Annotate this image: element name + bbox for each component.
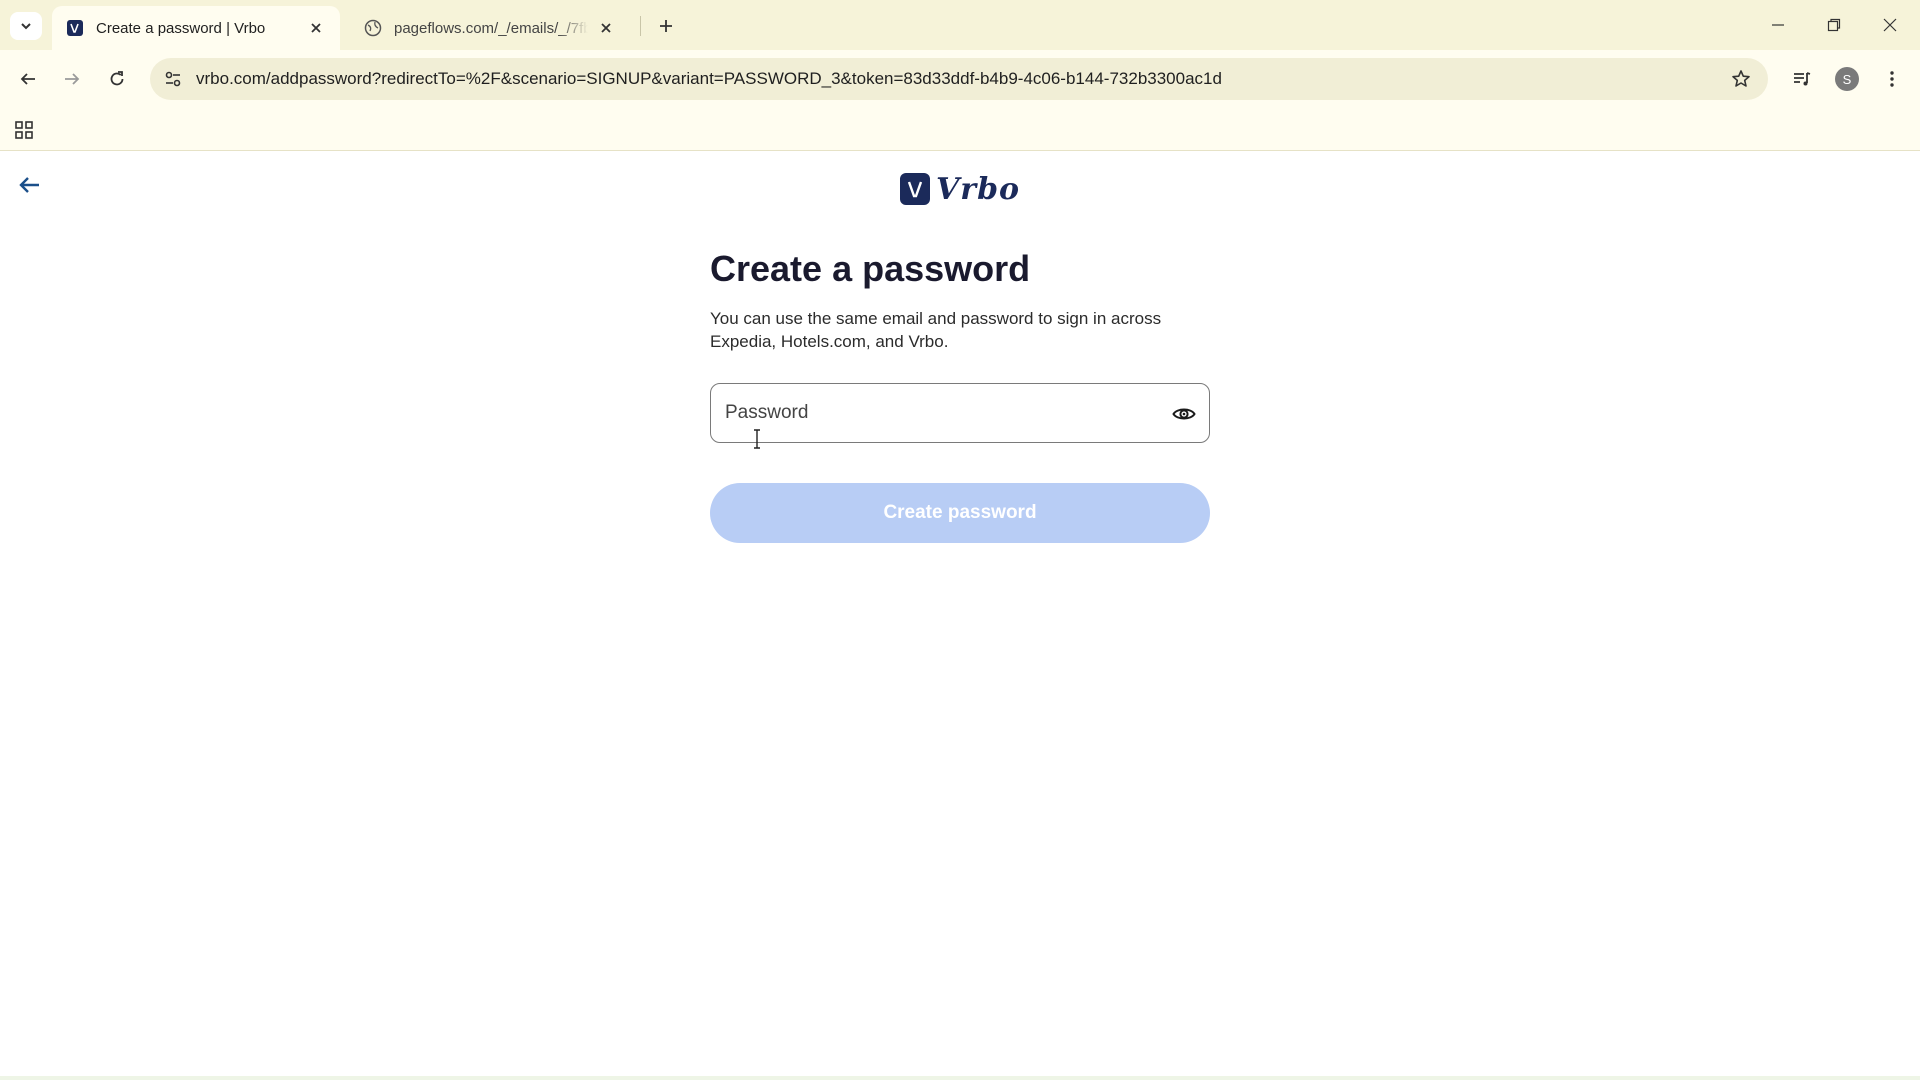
vrbo-favicon-icon	[67, 20, 83, 36]
restore-button[interactable]	[1806, 0, 1862, 50]
tab-title: pageflows.com/_/emails/_/7fb5	[394, 19, 588, 37]
text-cursor-icon	[754, 429, 760, 449]
page-back-button[interactable]	[14, 169, 46, 201]
page-bottom-border	[0, 1076, 1920, 1080]
globe-icon	[364, 19, 382, 37]
password-input[interactable]	[725, 384, 1145, 442]
tab-pageflows[interactable]: pageflows.com/_/emails/_/7fb5	[350, 6, 630, 50]
password-field[interactable]	[710, 383, 1210, 443]
page-description: You can use the same email and password …	[710, 309, 1162, 351]
reload-button[interactable]	[101, 63, 133, 95]
vrbo-logo-text: Vrbo	[936, 171, 1021, 207]
page-content: Vrbo Create a password You can use the s…	[0, 151, 1920, 1080]
back-button[interactable]	[12, 63, 44, 95]
close-icon	[1883, 18, 1897, 32]
media-controls-button[interactable]	[1786, 63, 1818, 95]
reload-icon	[110, 71, 124, 86]
page-title: Create a password	[710, 248, 1031, 289]
bookmark-button[interactable]	[1728, 66, 1754, 92]
queue-music-icon	[1794, 72, 1811, 86]
tab-search-button[interactable]	[10, 12, 42, 40]
vrbo-logo-mark-icon	[900, 173, 930, 205]
arrow-right-icon	[65, 73, 80, 85]
show-password-button[interactable]	[1171, 401, 1197, 427]
bookmarks-bar	[0, 108, 1920, 151]
tab-vrbo[interactable]: Create a password | Vrbo	[52, 6, 340, 50]
arrow-left-icon	[19, 177, 39, 193]
minimize-icon	[1772, 24, 1784, 26]
close-window-button[interactable]	[1862, 0, 1918, 50]
site-info-button[interactable]	[160, 66, 186, 92]
restore-icon	[1827, 18, 1841, 32]
new-tab-button[interactable]	[652, 12, 680, 40]
address-bar[interactable]	[150, 58, 1768, 100]
menu-button[interactable]	[1876, 63, 1908, 95]
tab-groups-button[interactable]	[10, 116, 38, 144]
browser-toolbar: S	[0, 50, 1920, 108]
more-vert-icon	[1890, 71, 1894, 87]
apps-grid-icon	[15, 121, 33, 139]
vrbo-logo[interactable]: Vrbo	[900, 171, 1020, 207]
plus-icon	[660, 20, 672, 32]
eye-icon	[1172, 408, 1196, 420]
create-password-form: Create a password You can use the same e…	[710, 247, 1210, 543]
profile-button[interactable]: S	[1831, 63, 1863, 95]
tab-strip: Create a password | Vrbo pageflows.com/_…	[0, 0, 1920, 50]
close-icon	[601, 23, 611, 33]
minimize-button[interactable]	[1750, 0, 1806, 50]
arrow-left-icon	[20, 73, 35, 85]
tune-icon	[165, 71, 181, 87]
url-input[interactable]	[196, 58, 1636, 100]
tab-close-button[interactable]	[596, 18, 616, 38]
forward-button[interactable]	[56, 63, 88, 95]
create-password-button[interactable]: Create password	[710, 483, 1210, 543]
star-icon	[1732, 70, 1750, 87]
tab-separator	[640, 16, 641, 36]
avatar: S	[1835, 67, 1859, 91]
close-icon	[311, 23, 321, 33]
tab-title: Create a password | Vrbo	[96, 19, 266, 37]
tab-close-button[interactable]	[306, 18, 326, 38]
chevron-down-icon	[21, 23, 31, 30]
